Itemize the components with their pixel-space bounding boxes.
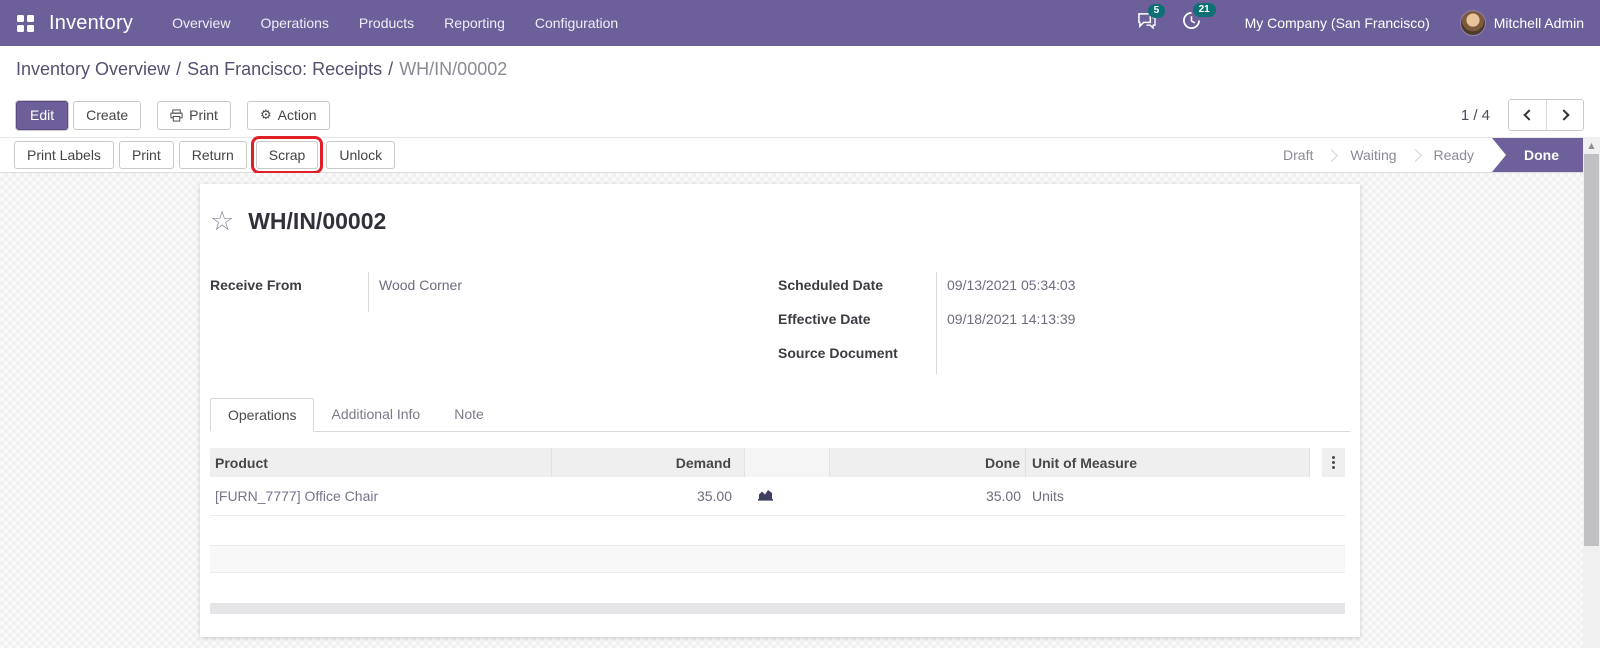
table-footer-band xyxy=(210,603,1345,614)
cell-forecast xyxy=(745,488,830,504)
form-sheet: ☆ WH/IN/00002 Receive From Wood Corner S… xyxy=(200,184,1360,637)
gear-icon: ⚙ xyxy=(259,107,272,123)
stage-pipeline: Draft Waiting Ready Done xyxy=(1273,138,1583,172)
table-stripe-row xyxy=(210,546,1345,573)
content-background: ☆ WH/IN/00002 Receive From Wood Corner S… xyxy=(0,173,1600,648)
source-document-label: Source Document xyxy=(778,345,898,361)
user-avatar[interactable] xyxy=(1459,10,1486,36)
user-menu[interactable]: Mitchell Admin xyxy=(1494,15,1584,31)
print-labels-button[interactable]: Print Labels xyxy=(14,141,114,169)
cell-done[interactable]: 35.00 xyxy=(830,488,1026,504)
cell-uom[interactable]: Units xyxy=(1026,488,1310,504)
title-row: ☆ WH/IN/00002 xyxy=(210,208,386,235)
breadcrumb-link-receipts[interactable]: San Francisco: Receipts xyxy=(187,59,382,80)
nav-item-operations[interactable]: Operations xyxy=(245,0,343,46)
stage-draft[interactable]: Draft xyxy=(1273,147,1323,163)
breadcrumb-current: WH/IN/00002 xyxy=(399,59,508,79)
pager: 1 / 4 xyxy=(1461,99,1584,131)
stage-separator-icon xyxy=(1408,148,1422,162)
effective-date-value[interactable]: 09/18/2021 14:13:39 xyxy=(937,306,1350,340)
scheduled-date-value[interactable]: 09/13/2021 05:34:03 xyxy=(937,272,1350,306)
control-panel: Edit Create Print ⚙ Action 1 / 4 xyxy=(0,93,1600,137)
table-row[interactable]: [FURN_7777] Office Chair 35.00 35.00 Uni… xyxy=(210,477,1345,516)
scrap-button[interactable]: Scrap xyxy=(250,136,324,174)
activities-button[interactable]: 21 xyxy=(1182,3,1216,35)
receive-from-value[interactable]: Wood Corner xyxy=(369,272,770,306)
vertical-scrollbar[interactable]: ▲ xyxy=(1583,137,1600,648)
forecast-chart-icon[interactable] xyxy=(758,488,773,504)
scrollbar-thumb[interactable] xyxy=(1584,154,1599,546)
cell-demand[interactable]: 35.00 xyxy=(552,488,745,504)
pager-next-button[interactable] xyxy=(1546,100,1583,130)
column-header-uom[interactable]: Unit of Measure xyxy=(1026,448,1310,477)
action-menu-button[interactable]: ⚙ Action xyxy=(246,100,330,130)
column-header-forecast xyxy=(745,448,830,477)
activities-badge: 21 xyxy=(1192,3,1216,17)
print-button[interactable]: Print xyxy=(118,141,174,169)
nav-menu: Overview Operations Products Reporting C… xyxy=(157,0,633,46)
fields-right-column: Scheduled Date 09/13/2021 05:34:03 Effec… xyxy=(778,272,1350,374)
stage-ready[interactable]: Ready xyxy=(1424,147,1484,163)
stage-waiting[interactable]: Waiting xyxy=(1340,147,1406,163)
nav-right: 5 21 My Company (San Francisco) Mitchell… xyxy=(1137,0,1600,46)
pager-count: 1 / 4 xyxy=(1460,106,1490,124)
printer-icon xyxy=(170,108,183,122)
table-empty-row xyxy=(210,516,1345,546)
scheduled-date-label: Scheduled Date xyxy=(778,277,884,293)
stage-done-active[interactable]: Done xyxy=(1492,138,1583,172)
column-header-done[interactable]: Done xyxy=(830,448,1026,477)
messages-badge: 5 xyxy=(1147,4,1166,18)
chevron-left-icon xyxy=(1523,109,1535,121)
breadcrumb: Inventory Overview / San Francisco: Rece… xyxy=(0,46,1600,93)
record-title: WH/IN/00002 xyxy=(248,208,387,234)
breadcrumb-separator: / xyxy=(388,59,394,79)
scrollbar-up-arrow-icon[interactable]: ▲ xyxy=(1583,137,1600,153)
action-menu-label: Action xyxy=(277,107,317,123)
unlock-button[interactable]: Unlock xyxy=(326,141,396,169)
nav-item-products[interactable]: Products xyxy=(344,0,429,46)
cell-product[interactable]: [FURN_7777] Office Chair xyxy=(210,488,552,504)
edit-button[interactable]: Edit xyxy=(16,100,69,130)
return-button[interactable]: Return xyxy=(178,141,247,169)
operations-table: Product Demand Done Unit of Measure [FUR… xyxy=(210,448,1345,573)
print-menu-label: Print xyxy=(189,107,218,123)
tab-additional-info[interactable]: Additional Info xyxy=(314,398,437,431)
column-header-product[interactable]: Product xyxy=(210,448,552,477)
create-button[interactable]: Create xyxy=(73,100,142,130)
vertical-ellipsis-icon xyxy=(1332,456,1335,469)
tab-operations[interactable]: Operations xyxy=(210,398,315,432)
messages-button[interactable]: 5 xyxy=(1137,4,1166,34)
receive-from-label: Receive From xyxy=(210,277,302,293)
optional-columns-button[interactable] xyxy=(1322,448,1345,477)
top-nav: Inventory Overview Operations Products R… xyxy=(0,0,1600,46)
print-menu-button[interactable]: Print xyxy=(157,100,231,130)
notebook-tabs: Operations Additional Info Note xyxy=(210,398,1350,432)
app-brand[interactable]: Inventory xyxy=(49,12,133,35)
nav-item-reporting[interactable]: Reporting xyxy=(429,0,520,46)
form-statusbar: Print Labels Print Return Scrap Unlock D… xyxy=(0,136,1600,174)
effective-date-label: Effective Date xyxy=(778,311,871,327)
breadcrumb-link-overview[interactable]: Inventory Overview xyxy=(16,59,170,80)
pager-previous-button[interactable] xyxy=(1509,100,1546,130)
apps-menu-icon[interactable] xyxy=(17,14,34,32)
breadcrumb-separator: / xyxy=(176,59,182,79)
favorite-star-icon[interactable]: ☆ xyxy=(210,208,234,235)
table-header: Product Demand Done Unit of Measure xyxy=(210,448,1345,477)
tab-note[interactable]: Note xyxy=(437,398,501,431)
column-header-demand[interactable]: Demand xyxy=(552,448,745,477)
chevron-right-icon xyxy=(1557,109,1570,121)
nav-item-overview[interactable]: Overview xyxy=(157,0,245,46)
header-gap xyxy=(1310,448,1322,477)
company-switcher[interactable]: My Company (San Francisco) xyxy=(1245,15,1430,31)
stage-separator-icon xyxy=(1325,148,1339,162)
nav-item-configuration[interactable]: Configuration xyxy=(520,0,633,46)
source-document-value[interactable] xyxy=(937,340,1350,374)
fields-left-column: Receive From Wood Corner xyxy=(210,272,770,312)
